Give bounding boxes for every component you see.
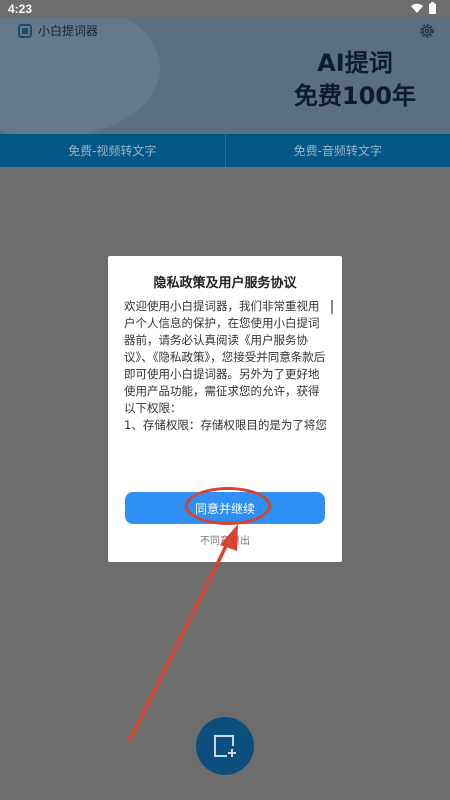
promo-line1: AI提词 bbox=[317, 49, 393, 77]
app-name: 小白提词器 bbox=[38, 24, 99, 38]
promo-banner: AI提词 免费100年 bbox=[294, 48, 416, 114]
app-header: 小白提词器 AI提词 免费100年 bbox=[0, 18, 450, 134]
status-icons bbox=[411, 2, 436, 14]
status-bar: 4:23 bbox=[0, 0, 450, 18]
disagree-link[interactable]: 不同意退出 bbox=[108, 532, 342, 547]
dialog-paragraph: 欢迎使用小白提词器，我们非常重视用户个人信息的保护，在您使用小白提词器前，请务必… bbox=[124, 299, 326, 415]
status-time: 4:23 bbox=[8, 2, 33, 16]
tab-video-to-text[interactable]: 免费-视频转文字 bbox=[0, 134, 225, 167]
app-title: 小白提词器 bbox=[18, 22, 98, 39]
tab-audio-to-text[interactable]: 免费-音频转文字 bbox=[224, 134, 450, 167]
annotation-circle bbox=[185, 487, 271, 525]
feature-tabs: 免费-视频转文字 免费-音频转文字 bbox=[0, 134, 450, 167]
dialog-title: 隐私政策及用户服务协议 bbox=[153, 276, 297, 291]
dialog-paragraph: 1、存储权限：存储权限目的是为了将您录制好的视频存储至手机相册中。方便您快速查找… bbox=[124, 418, 327, 436]
gear-icon[interactable] bbox=[418, 22, 436, 40]
app-logo-icon bbox=[18, 23, 32, 38]
battery-icon bbox=[429, 2, 436, 14]
promo-line2: 免费100年 bbox=[293, 82, 416, 110]
wifi-icon bbox=[411, 3, 423, 13]
add-note-icon bbox=[214, 735, 236, 757]
dialog-body[interactable]: 欢迎使用小白提词器，我们非常重视用户个人信息的保护，在您使用小白提词器前，请务必… bbox=[124, 298, 330, 436]
dialog-scrollbar[interactable] bbox=[331, 300, 333, 314]
add-note-button[interactable] bbox=[196, 717, 254, 775]
